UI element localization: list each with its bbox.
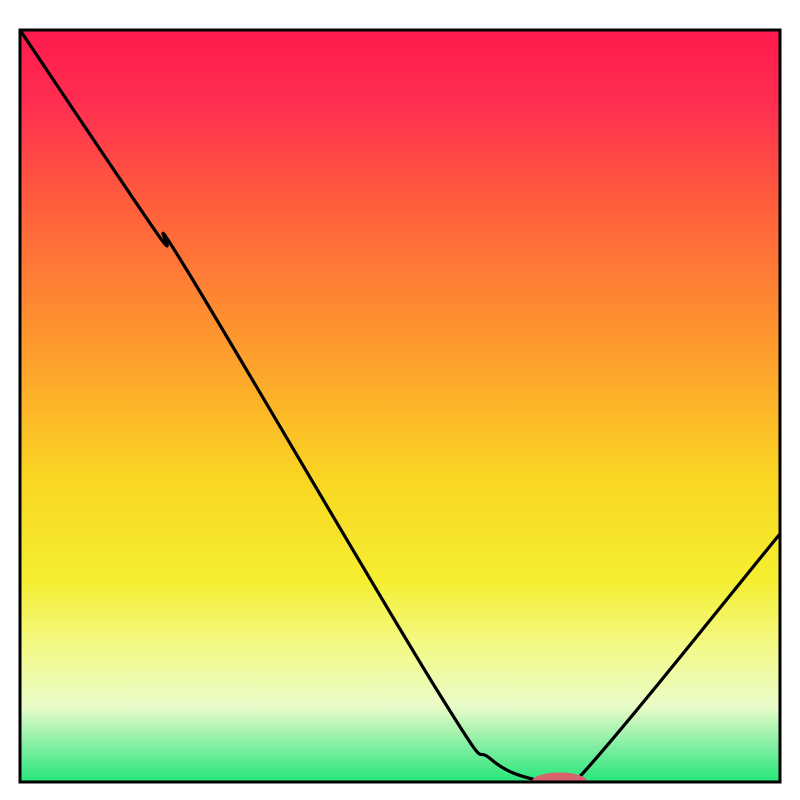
chart-root: TheBottleneck.com [0,0,800,800]
gradient-fill [20,30,780,782]
chart-svg [0,0,800,800]
plot-area [20,30,780,800]
